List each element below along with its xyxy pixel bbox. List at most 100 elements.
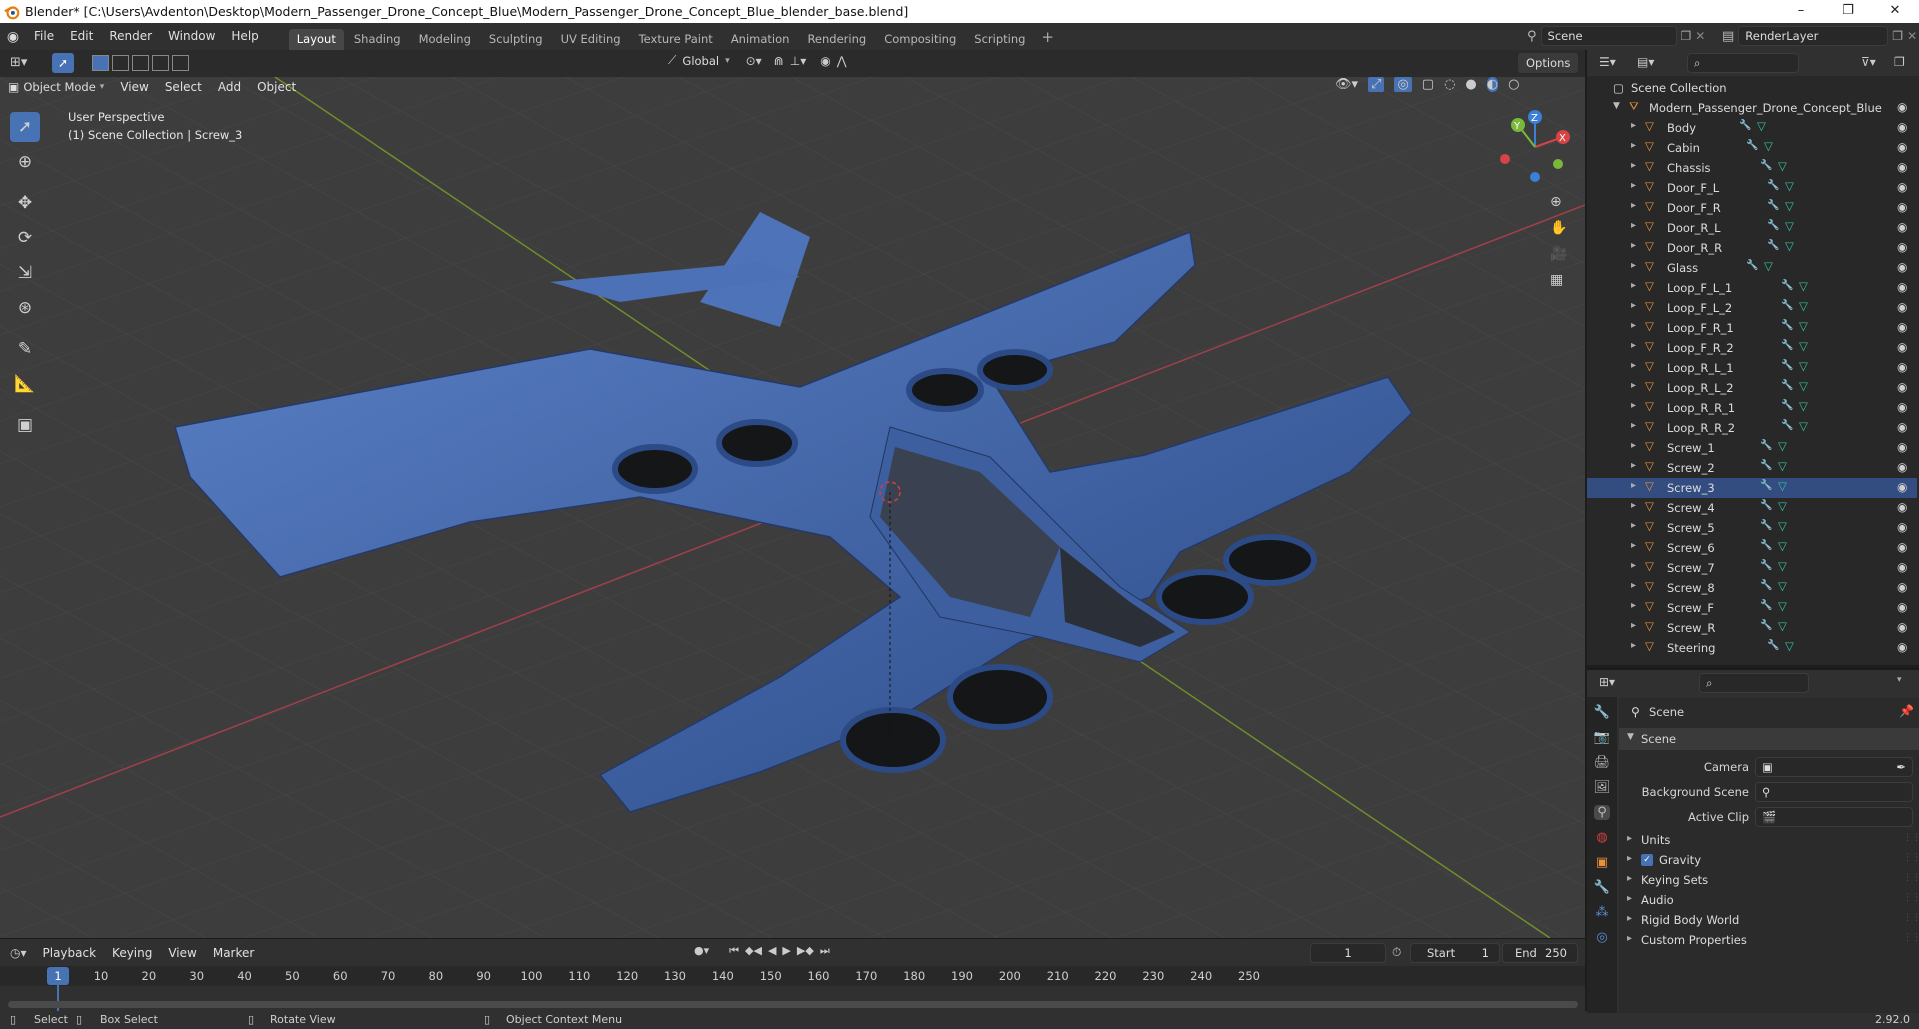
- mesh-data-icon[interactable]: ▽: [1778, 539, 1787, 553]
- chevron-right-icon[interactable]: ▸: [1631, 240, 1636, 251]
- visibility-eye-icon[interactable]: ◉: [1897, 220, 1907, 234]
- mesh-data-icon[interactable]: ▽: [1778, 459, 1787, 473]
- overlays-icon[interactable]: ◎: [1394, 77, 1412, 92]
- modifier-wrench-icon[interactable]: 🔧: [1760, 540, 1772, 551]
- chevron-right-icon[interactable]: ▸: [1631, 480, 1636, 491]
- viewport-menu-view[interactable]: View: [112, 77, 156, 99]
- modifier-wrench-icon[interactable]: 🔧: [1760, 520, 1772, 531]
- chevron-right-icon[interactable]: ▸: [1631, 500, 1636, 511]
- outliner-item-screw-3[interactable]: ▸ ▽ Screw_3 🔧 ▽ ◉: [1587, 478, 1917, 498]
- workspace-tab-layout[interactable]: Layout: [288, 29, 344, 50]
- mesh-data-icon[interactable]: ▽: [1778, 159, 1787, 173]
- chevron-down-icon[interactable]: ▼: [1613, 101, 1620, 111]
- navigation-gizmo[interactable]: Z X Y: [1495, 109, 1575, 184]
- visibility-eye-icon[interactable]: ◉: [1897, 460, 1907, 474]
- visibility-eye-icon[interactable]: ◉: [1897, 560, 1907, 574]
- chevron-right-icon[interactable]: ▸: [1631, 300, 1636, 311]
- mesh-data-icon[interactable]: ▽: [1785, 239, 1794, 253]
- mesh-data-icon[interactable]: ▽: [1799, 419, 1808, 433]
- outliner-item-screw-f[interactable]: ▸ ▽ Screw_F 🔧 ▽ ◉: [1587, 598, 1917, 618]
- chevron-right-icon[interactable]: ▸: [1631, 640, 1636, 651]
- scene-panel-header[interactable]: ▼ Scene: [1619, 728, 1919, 750]
- render-tab-icon[interactable]: 📷: [1594, 730, 1610, 745]
- display-mode-icon[interactable]: ▤▾: [1637, 55, 1654, 69]
- chevron-right-icon[interactable]: ▸: [1631, 620, 1636, 631]
- scale-icon[interactable]: ⇲: [10, 258, 40, 288]
- chevron-right-icon[interactable]: ▸: [1631, 360, 1636, 371]
- jump-start-icon[interactable]: ⏮: [729, 944, 739, 958]
- minimize-button[interactable]: –: [1778, 0, 1824, 23]
- output-tab-icon[interactable]: 🖨: [1594, 755, 1611, 770]
- mesh-data-icon[interactable]: ▽: [1785, 639, 1794, 653]
- end-frame-field[interactable]: End 250: [1502, 943, 1578, 963]
- modifier-wrench-icon[interactable]: 🔧: [1760, 160, 1772, 171]
- visibility-eye-icon[interactable]: ◉: [1897, 500, 1907, 514]
- outliner-item-door-r-l[interactable]: ▸ ▽ Door_R_L 🔧 ▽ ◉: [1587, 218, 1917, 238]
- rotate-icon[interactable]: ⟳: [10, 223, 40, 253]
- world-tab-icon[interactable]: ◍: [1596, 830, 1607, 845]
- workspace-tab-scripting[interactable]: Scripting: [966, 29, 1033, 50]
- workspace-tab-compositing[interactable]: Compositing: [876, 29, 964, 50]
- outliner-item-screw-r[interactable]: ▸ ▽ Screw_R 🔧 ▽ ◉: [1587, 618, 1917, 638]
- mesh-data-icon[interactable]: ▽: [1778, 439, 1787, 453]
- timeline-ruler[interactable]: 1 10 20 30 40 50 60 70 80 90 100 110 120 130 140 150 160…: [0, 966, 1585, 986]
- visibility-eye-icon[interactable]: ◉: [1897, 100, 1907, 114]
- mesh-data-icon[interactable]: ▽: [1785, 219, 1794, 233]
- scene-collection-row[interactable]: ▢ Scene Collection: [1587, 78, 1917, 98]
- drag-handle-icon[interactable]: ⋮⋮: [1903, 873, 1919, 883]
- timeline-menu-playback[interactable]: Playback: [35, 941, 105, 965]
- mesh-data-icon[interactable]: ▽: [1785, 179, 1794, 193]
- outliner-item-loop-f-r-1[interactable]: ▸ ▽ Loop_F_R_1 🔧 ▽ ◉: [1587, 318, 1917, 338]
- outliner-item-screw-4[interactable]: ▸ ▽ Screw_4 🔧 ▽ ◉: [1587, 498, 1917, 518]
- panel-gravity[interactable]: ▸ ✓ Gravity ⋮⋮: [1619, 850, 1919, 872]
- mesh-data-icon[interactable]: ▽: [1778, 579, 1787, 593]
- eyedropper-icon[interactable]: ✒: [1896, 758, 1906, 776]
- modifier-wrench-icon[interactable]: 🔧: [1760, 620, 1772, 631]
- workspace-tab-shading[interactable]: Shading: [346, 29, 409, 50]
- workspace-tab-uv-editing[interactable]: UV Editing: [553, 29, 629, 50]
- pivot-icon[interactable]: ⊙▾: [746, 54, 762, 68]
- modifier-wrench-icon[interactable]: 🔧: [1781, 400, 1793, 411]
- visibility-eye-icon[interactable]: ◉: [1897, 300, 1907, 314]
- xray-icon[interactable]: ▢: [1422, 77, 1434, 92]
- visibility-eye-icon[interactable]: ◉: [1897, 180, 1907, 194]
- visibility-eye-icon[interactable]: ◉: [1897, 400, 1907, 414]
- drag-handle-icon[interactable]: ⋮⋮: [1903, 893, 1919, 903]
- chevron-right-icon[interactable]: ▸: [1631, 540, 1636, 551]
- modifier-wrench-icon[interactable]: 🔧: [1767, 240, 1779, 251]
- modifier-wrench-icon[interactable]: 🔧: [1781, 420, 1793, 431]
- modifier-wrench-icon[interactable]: 🔧: [1767, 220, 1779, 231]
- drag-handle-icon[interactable]: ⋮⋮: [1903, 853, 1919, 863]
- 3d-viewport[interactable]: User Perspective (1) Scene Collection | …: [0, 77, 1585, 938]
- pin-icon[interactable]: 📌: [1899, 704, 1914, 718]
- visibility-eye-icon[interactable]: ◉: [1897, 140, 1907, 154]
- view-layer-tab-icon[interactable]: 🖼: [1594, 780, 1611, 795]
- viewport-menu-add[interactable]: Add: [210, 77, 249, 99]
- outliner-item-loop-f-r-2[interactable]: ▸ ▽ Loop_F_R_2 🔧 ▽ ◉: [1587, 338, 1917, 358]
- menu-file[interactable]: File: [26, 23, 62, 50]
- outliner-item-door-r-r[interactable]: ▸ ▽ Door_R_R 🔧 ▽ ◉: [1587, 238, 1917, 258]
- outliner-item-chassis[interactable]: ▸ ▽ Chassis 🔧 ▽ ◉: [1587, 158, 1917, 178]
- modifier-tab-icon[interactable]: 🔧: [1594, 880, 1610, 895]
- visibility-eye-icon[interactable]: ◉: [1897, 240, 1907, 254]
- chevron-right-icon[interactable]: ▸: [1631, 440, 1636, 451]
- chevron-right-icon[interactable]: ▸: [1631, 560, 1636, 571]
- visibility-eye-icon[interactable]: ◉: [1897, 340, 1907, 354]
- visibility-eye-icon[interactable]: ◉: [1897, 120, 1907, 134]
- visibility-eye-icon[interactable]: ◉: [1897, 200, 1907, 214]
- modifier-wrench-icon[interactable]: 🔧: [1781, 380, 1793, 391]
- outliner-item-screw-2[interactable]: ▸ ▽ Screw_2 🔧 ▽ ◉: [1587, 458, 1917, 478]
- modifier-wrench-icon[interactable]: 🔧: [1760, 440, 1772, 451]
- record-icon[interactable]: ●▾: [694, 944, 709, 958]
- view-layer-field[interactable]: RenderLayer: [1738, 26, 1889, 46]
- menu-render[interactable]: Render: [101, 23, 160, 50]
- mesh-data-icon[interactable]: ▽: [1799, 339, 1808, 353]
- chevron-right-icon[interactable]: ▸: [1631, 600, 1636, 611]
- play-icon[interactable]: ▶: [782, 944, 790, 958]
- play-reverse-icon[interactable]: ◀: [768, 944, 776, 958]
- chevron-right-icon[interactable]: ▸: [1631, 380, 1636, 391]
- outliner-item-loop-f-l-2[interactable]: ▸ ▽ Loop_F_L_2 🔧 ▽ ◉: [1587, 298, 1917, 318]
- chevron-right-icon[interactable]: ▸: [1631, 340, 1636, 351]
- panel-keying-sets[interactable]: ▸ Keying Sets ⋮⋮: [1619, 870, 1919, 892]
- outliner-item-screw-1[interactable]: ▸ ▽ Screw_1 🔧 ▽ ◉: [1587, 438, 1917, 458]
